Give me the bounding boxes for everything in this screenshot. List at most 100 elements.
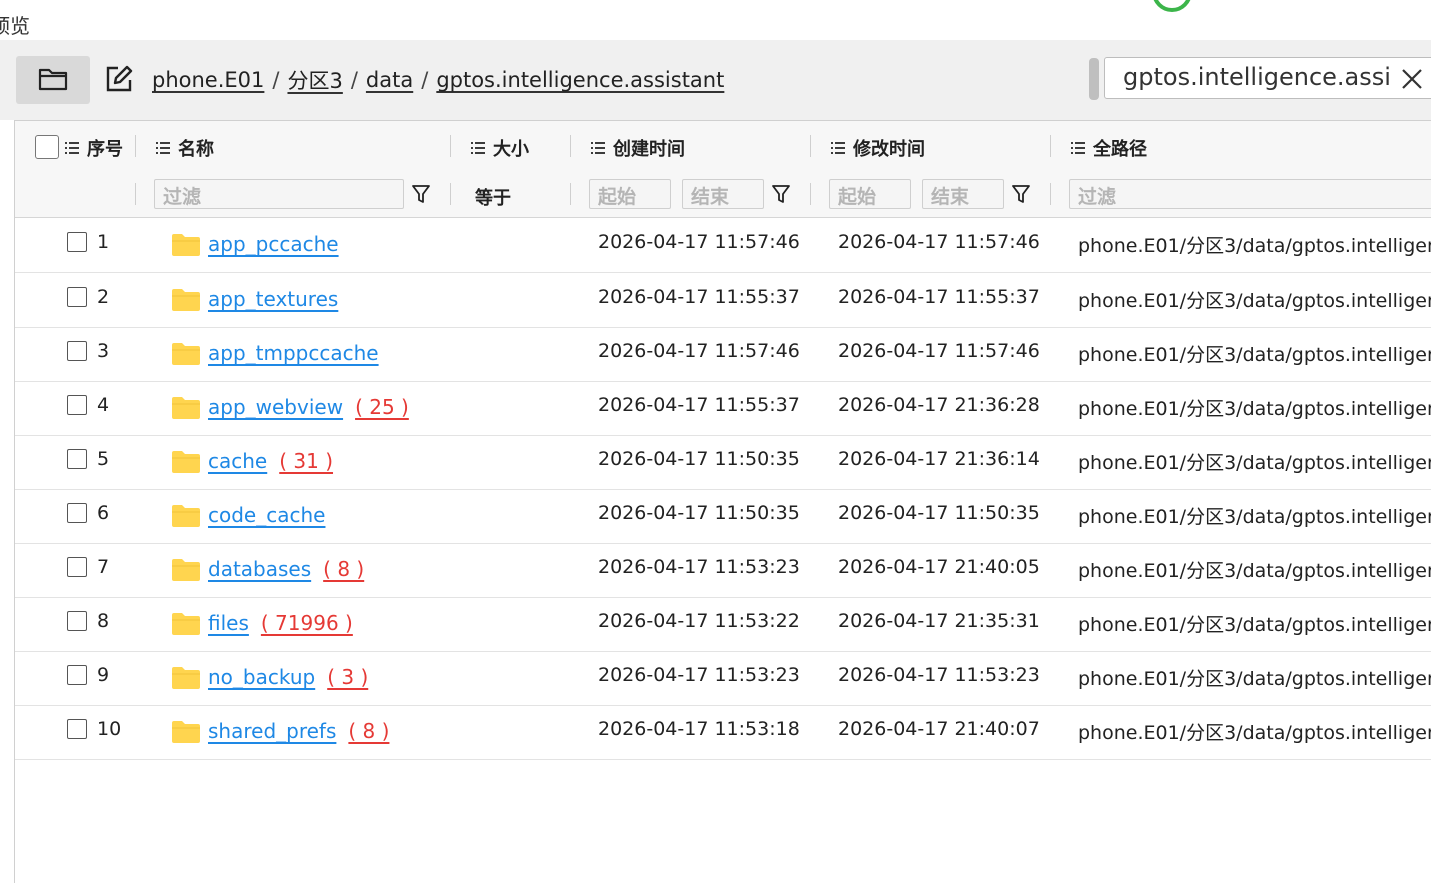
path-cell: phone.E01/分区3/data/gptos.intelligen — [1078, 344, 1431, 366]
created-cell: 2026-04-17 11:55:37 — [598, 394, 800, 416]
column-divider — [135, 183, 136, 205]
edit-icon[interactable] — [104, 64, 134, 94]
file-name-link[interactable]: shared_prefs — [208, 719, 336, 743]
row-checkbox[interactable] — [67, 341, 87, 361]
row-checkbox[interactable] — [67, 287, 87, 307]
file-name-link[interactable]: app_webview — [208, 395, 343, 419]
column-divider[interactable] — [570, 135, 571, 157]
filter-icon[interactable] — [411, 184, 431, 204]
table-row[interactable]: 1 app_pccache 2026-04-17 11:57:46 2026-0… — [15, 218, 1431, 273]
breadcrumb-partition[interactable]: 分区3 — [287, 65, 342, 95]
item-count-link[interactable]: ( 8 ) — [323, 557, 364, 581]
table-row[interactable]: 10 shared_prefs ( 8 ) 2026-04-17 11:53:18… — [15, 705, 1431, 760]
file-name-link[interactable]: app_tmppccache — [208, 341, 379, 365]
created-cell: 2026-04-17 11:53:23 — [598, 664, 800, 686]
created-cell: 2026-04-17 11:57:46 — [598, 340, 800, 362]
folder-icon — [172, 613, 200, 635]
table-row[interactable]: 9 no_backup ( 3 ) 2026-04-17 11:53:23 202… — [15, 651, 1431, 706]
row-checkbox[interactable] — [67, 395, 87, 415]
breadcrumb-separator: / — [350, 68, 358, 92]
row-checkbox[interactable] — [67, 449, 87, 469]
row-checkbox[interactable] — [67, 557, 87, 577]
column-modified[interactable]: 修改时间 — [831, 135, 925, 161]
column-size[interactable]: 大小 — [471, 135, 529, 161]
table-row[interactable]: 7 databases ( 8 ) 2026-04-17 11:53:23 202… — [15, 543, 1431, 598]
modified-cell: 2026-04-17 11:50:35 — [838, 502, 1040, 524]
path-cell: phone.E01/分区3/data/gptos.intelligen — [1078, 235, 1431, 257]
close-icon[interactable] — [1401, 68, 1423, 90]
modified-end-input[interactable]: 结束 — [922, 179, 1004, 209]
column-divider[interactable] — [450, 135, 451, 157]
file-name-link[interactable]: databases — [208, 557, 311, 581]
item-count-link[interactable]: ( 3 ) — [327, 665, 368, 689]
file-name-link[interactable]: code_cache — [208, 503, 325, 527]
file-name-link[interactable]: app_pccache — [208, 232, 339, 256]
created-end-input[interactable]: 结束 — [682, 179, 764, 209]
menu-icon — [1071, 142, 1085, 154]
row-checkbox[interactable] — [67, 719, 87, 739]
created-start-input[interactable]: 起始 — [589, 179, 671, 209]
filter-icon[interactable] — [1011, 184, 1031, 204]
folder-icon — [172, 397, 200, 419]
table-row[interactable]: 4 app_webview( 25 ) 2026-04-17 11:55:37 … — [15, 381, 1431, 436]
row-checkbox[interactable] — [67, 665, 87, 685]
breadcrumb-device[interactable]: phone.E01 — [152, 68, 264, 92]
modified-cell: 2026-04-17 11:55:37 — [838, 286, 1040, 308]
file-name-link[interactable]: no_backup — [208, 665, 315, 689]
title-bar: 预览 — [0, 0, 1431, 40]
created-cell: 2026-04-17 11:50:35 — [598, 502, 800, 524]
column-divider[interactable] — [810, 135, 811, 157]
path-filter-input[interactable]: 过滤 — [1069, 179, 1431, 209]
name-filter-input[interactable]: 过滤 — [154, 179, 404, 209]
row-checkbox[interactable] — [67, 232, 87, 252]
modified-cell: 2026-04-17 21:40:05 — [838, 556, 1040, 578]
breadcrumb-data[interactable]: data — [366, 68, 413, 92]
column-path-label: 全路径 — [1093, 139, 1147, 160]
folder-icon — [172, 721, 200, 743]
file-name-link[interactable]: files — [208, 611, 249, 635]
created-cell: 2026-04-17 11:53:22 — [598, 610, 800, 632]
row-checkbox[interactable] — [67, 503, 87, 523]
status-ring-icon — [1152, 0, 1192, 12]
column-divider[interactable] — [135, 135, 136, 157]
modified-start-input[interactable]: 起始 — [829, 179, 911, 209]
size-filter-mode[interactable]: 等于 — [475, 184, 511, 210]
breadcrumb-package[interactable]: gptos.intelligence.assistant — [436, 68, 724, 92]
row-checkbox[interactable] — [67, 611, 87, 631]
table-row[interactable]: 2 app_textures 2026-04-17 11:55:37 2026-… — [15, 273, 1431, 328]
column-name[interactable]: 名称 — [156, 135, 214, 161]
breadcrumb-separator: / — [421, 68, 429, 92]
open-folder-button[interactable] — [16, 56, 90, 104]
file-name-cell: app_textures — [208, 287, 338, 311]
search-input[interactable]: gptos.intelligence.assist — [1104, 57, 1431, 99]
created-cell: 2026-04-17 11:57:46 — [598, 231, 800, 253]
table-row[interactable]: 5 cache ( 31 ) 2026-04-17 11:50:35 2026-0… — [15, 435, 1431, 490]
file-name-link[interactable]: cache — [208, 449, 267, 473]
file-name-cell: app_pccache — [208, 232, 339, 256]
filter-icon[interactable] — [771, 184, 791, 204]
splitter-handle[interactable] — [1089, 58, 1099, 100]
table-row[interactable]: 6 code_cache 2026-04-17 11:50:35 2026-04… — [15, 489, 1431, 544]
column-created[interactable]: 创建时间 — [591, 135, 685, 161]
column-index-label: 序号 — [87, 139, 123, 160]
modified-cell: 2026-04-17 11:53:23 — [838, 664, 1040, 686]
window-title: 预览 — [0, 14, 30, 38]
file-name-cell: app_webview ( 25 ) — [208, 395, 409, 419]
table-row[interactable]: 8 files ( 71996 ) 2026-04-17 11:53:22 202… — [15, 597, 1431, 652]
created-cell: 2026-04-17 11:53:23 — [598, 556, 800, 578]
filter-row: 过滤 等于 起始 结束 起始 结束 过滤 — [15, 171, 1431, 218]
column-path[interactable]: 全路径 — [1071, 135, 1147, 161]
column-divider — [1050, 183, 1051, 205]
file-name-link[interactable]: app_textures — [208, 287, 338, 311]
row-index: 3 — [97, 340, 110, 362]
item-count-link[interactable]: ( 31 ) — [279, 449, 333, 473]
select-all-checkbox[interactable] — [35, 135, 59, 159]
column-divider[interactable] — [1050, 135, 1051, 157]
item-count-link[interactable]: ( 25 ) — [355, 395, 409, 419]
menu-icon — [156, 142, 170, 154]
item-count-link[interactable]: ( 71996 ) — [261, 611, 353, 635]
table-row[interactable]: 3 app_tmppccache 2026-04-17 11:57:46 202… — [15, 327, 1431, 382]
modified-cell: 2026-04-17 21:40:07 — [838, 718, 1040, 740]
column-index[interactable]: 序号 — [65, 135, 123, 161]
item-count-link[interactable]: ( 8 ) — [348, 719, 389, 743]
